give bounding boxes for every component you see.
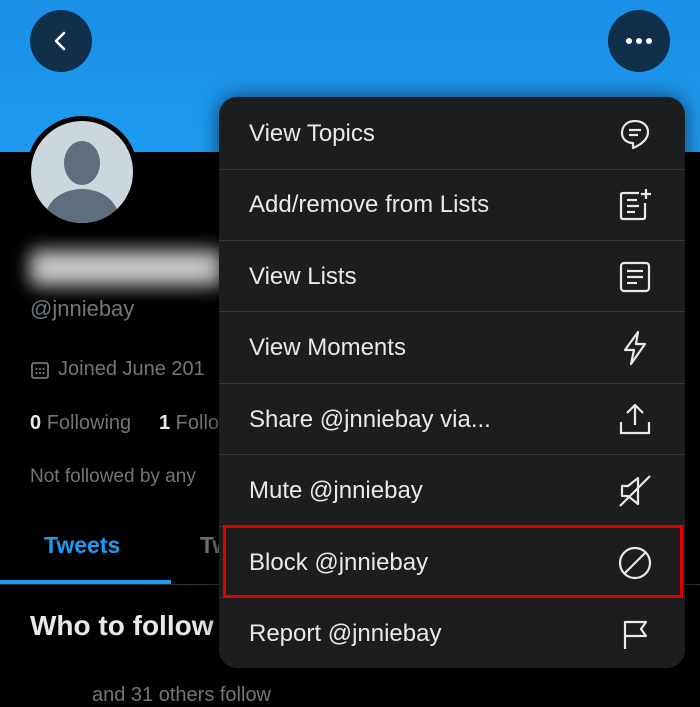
followers-you-know: and 31 others follow [92,684,272,706]
mute-icon [615,471,655,511]
share-icon [615,400,655,440]
followers-link[interactable]: 1 Follo [159,412,219,434]
joined-date: Joined June 201 [30,358,205,381]
menu-item-share[interactable]: Share @jnniebay via... [219,385,685,455]
lightning-icon [615,328,655,368]
who-to-follow-heading: Who to follow [30,610,214,641]
chevron-left-icon [54,31,66,51]
menu-item-add-remove-lists[interactable]: Add/remove from Lists [219,170,685,240]
not-followed-text: Not followed by any [30,466,196,487]
menu-item-mute[interactable]: Mute @jnniebay [219,456,685,526]
more-options-button[interactable] [608,10,670,72]
follow-stats: 0 Following 1 Follo [30,412,219,435]
display-name-blurred [30,250,230,286]
topics-icon [615,114,655,154]
joined-text: Joined June 201 [58,358,205,380]
tab-tweets[interactable]: Tweets [44,532,120,559]
flag-icon [615,614,655,654]
list-icon [615,257,655,297]
menu-item-view-lists[interactable]: View Lists [219,242,685,312]
back-button[interactable] [30,10,92,72]
following-link[interactable]: 0 Following [30,412,131,434]
block-highlight-box [223,525,683,598]
menu-item-report[interactable]: Report @jnniebay [219,599,685,668]
more-dots-icon [626,38,652,44]
calendar-icon [31,361,49,379]
menu-item-view-moments[interactable]: View Moments [219,313,685,383]
menu-item-view-topics[interactable]: View Topics [219,99,685,169]
default-avatar-image [31,121,133,223]
avatar[interactable] [26,116,138,228]
profile-handle: @jnniebay [30,296,135,321]
list-add-icon [615,185,655,225]
